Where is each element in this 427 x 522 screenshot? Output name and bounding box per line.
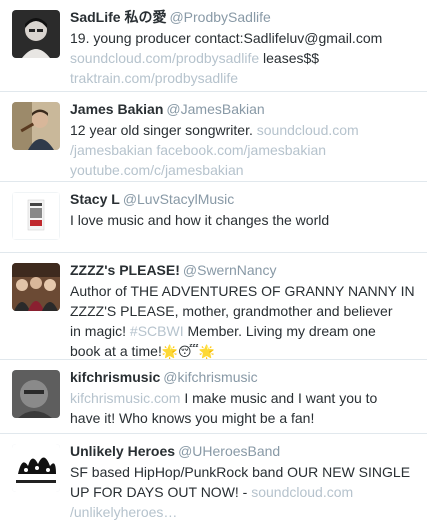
bio-link[interactable]: /unlikelyheroes… <box>70 504 177 520</box>
bio-link[interactable]: soundcloud.com <box>251 484 353 500</box>
user-item[interactable]: Unlikely Heroes @UHeroesBand SF based Hip… <box>0 434 427 521</box>
user-name[interactable]: kifchrismusic <box>70 369 160 385</box>
bio-link[interactable]: /jamesbakian facebook.com/jamesbakian <box>70 142 326 158</box>
avatar[interactable] <box>12 10 60 58</box>
user-bio: Author of THE ADVENTURES OF GRANNY NANNY… <box>70 283 415 359</box>
user-bio: 12 year old singer songwriter. soundclou… <box>70 122 359 178</box>
star-emoji-icon: 🌟 <box>198 344 216 359</box>
bio-link[interactable]: kifchrismusic.com <box>70 390 180 406</box>
user-bio: kifchrismusic.com I make music and I wan… <box>70 390 378 426</box>
avatar[interactable] <box>12 263 60 311</box>
user-bio: SF based HipHop/PunkRock band OUR NEW SI… <box>70 464 411 520</box>
user-bio: I love music and how it changes the worl… <box>70 212 330 228</box>
avatar[interactable] <box>12 192 60 240</box>
user-item[interactable]: Stacy L @LuvStacylMusic I love music and … <box>0 182 427 253</box>
bio-link[interactable]: traktrain.com/prodbysadlife <box>70 70 238 86</box>
sleepy-face-emoji-icon: 😴 <box>178 344 199 359</box>
user-list: SadLife 私の愛 @ProdbySadlife 19. young prod… <box>0 0 427 521</box>
user-name[interactable]: SadLife 私の愛 <box>70 9 166 25</box>
avatar[interactable] <box>12 102 60 150</box>
user-handle[interactable]: @kifchrismusic <box>163 369 257 385</box>
avatar[interactable] <box>12 444 60 492</box>
user-handle[interactable]: @ProdbySadlife <box>169 9 270 25</box>
user-item[interactable]: James Bakian @JamesBakian 12 year old sin… <box>0 92 427 182</box>
hashtag-link[interactable]: #SCBWI <box>130 323 184 339</box>
user-item[interactable]: kifchrismusic @kifchrismusic kifchrismusi… <box>0 360 427 434</box>
bio-link[interactable]: soundcloud.com <box>257 122 359 138</box>
user-item[interactable]: SadLife 私の愛 @ProdbySadlife 19. young prod… <box>0 0 427 92</box>
user-handle[interactable]: @JamesBakian <box>166 101 264 117</box>
user-name[interactable]: Unlikely Heroes <box>70 443 175 459</box>
avatar[interactable] <box>12 370 60 418</box>
user-name[interactable]: Stacy L <box>70 191 120 207</box>
user-handle[interactable]: @LuvStacylMusic <box>123 191 234 207</box>
star-emoji-icon: 🌟 <box>161 344 179 359</box>
user-name[interactable]: James Bakian <box>70 101 163 117</box>
user-name[interactable]: ZZZZ's PLEASE! <box>70 262 180 278</box>
bio-link[interactable]: youtube.com/c/jamesbakian <box>70 162 244 178</box>
user-bio: 19. young producer contact:Sadlifeluv@gm… <box>70 30 383 86</box>
user-handle[interactable]: @SwernNancy <box>183 262 277 278</box>
user-handle[interactable]: @UHeroesBand <box>178 443 280 459</box>
bio-link[interactable]: soundcloud.com/prodbysadlife <box>70 50 259 66</box>
user-item[interactable]: ZZZZ's PLEASE! @SwernNancy Author of THE … <box>0 253 427 360</box>
